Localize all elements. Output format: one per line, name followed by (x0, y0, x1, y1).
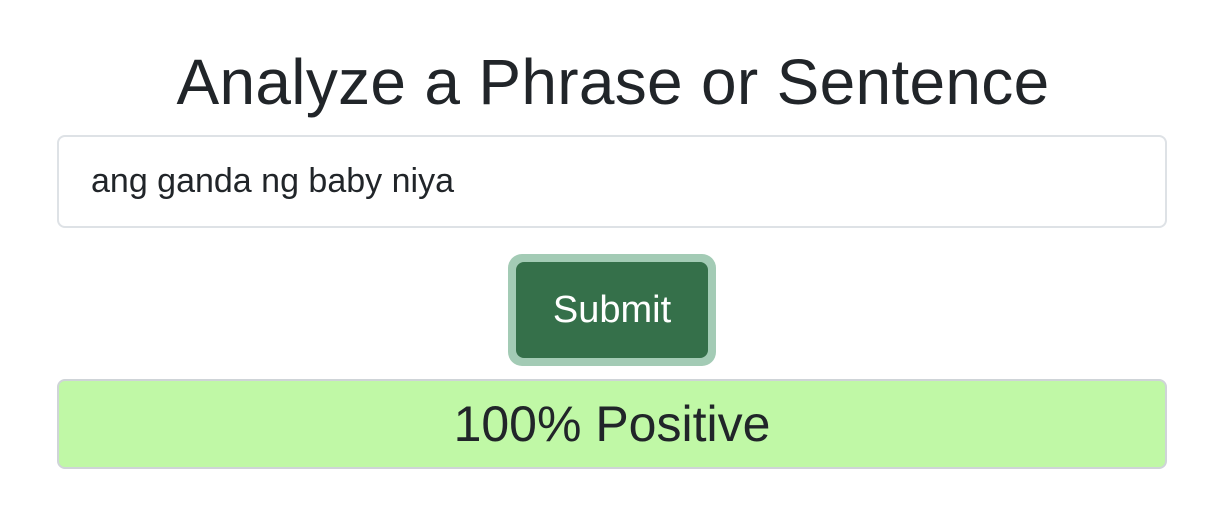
result-text: 100% Positive (453, 396, 771, 452)
submit-focus-ring: Submit (508, 254, 716, 366)
result-box: 100% Positive (57, 379, 1167, 469)
submit-button[interactable]: Submit (516, 262, 708, 358)
page-title: Analyze a Phrase or Sentence (176, 46, 1050, 118)
phrase-input[interactable] (57, 135, 1167, 228)
page: Analyze a Phrase or Sentence Submit 100%… (0, 0, 1226, 532)
